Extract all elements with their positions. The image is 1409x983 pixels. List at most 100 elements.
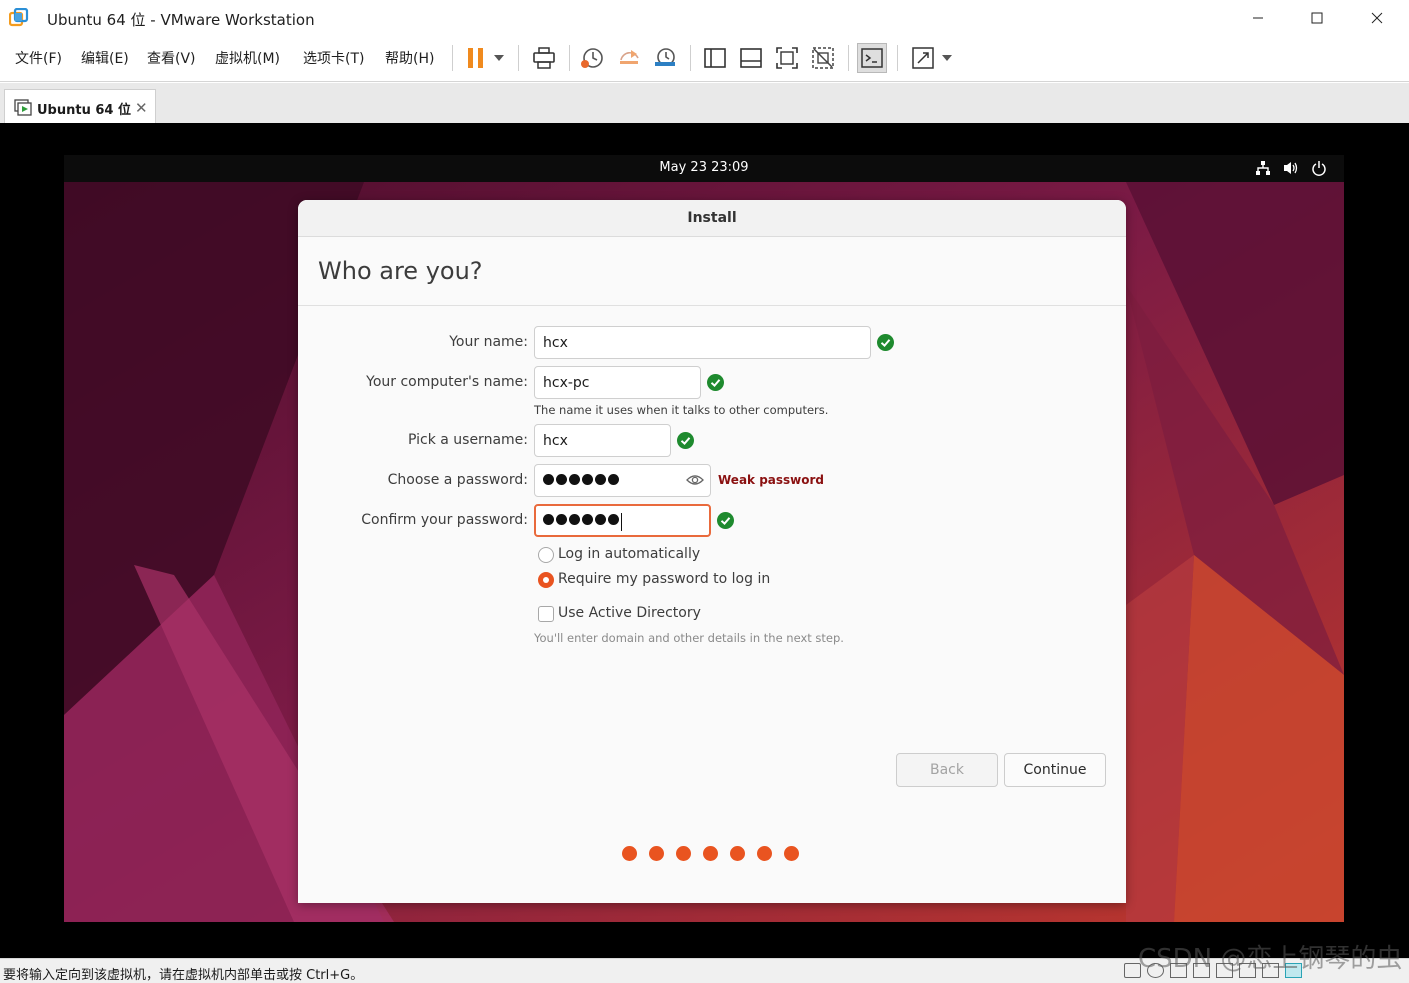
computer-name-value: hcx-pc bbox=[543, 375, 590, 391]
password-mask bbox=[543, 474, 619, 485]
confirm-password-label: Confirm your password: bbox=[361, 512, 528, 528]
active-directory-checkbox[interactable] bbox=[538, 606, 554, 622]
thumbnail-bar-button[interactable] bbox=[736, 43, 766, 73]
close-icon bbox=[1371, 12, 1383, 24]
dropdown-icon bbox=[494, 55, 504, 61]
computer-name-field[interactable]: hcx-pc bbox=[534, 366, 701, 399]
show-library-button[interactable] bbox=[700, 43, 730, 73]
password-field[interactable] bbox=[534, 464, 711, 497]
title-bar: Ubuntu 64 位 - VMware Workstation bbox=[0, 0, 1409, 36]
take-snapshot-button[interactable] bbox=[577, 43, 607, 73]
stretch-icon bbox=[912, 47, 934, 69]
vm-icon bbox=[14, 99, 32, 116]
password-strength: Weak password bbox=[718, 473, 825, 487]
toolbar-separator bbox=[848, 45, 849, 71]
snapshot-icon bbox=[581, 48, 603, 68]
snapshot-manager-button[interactable] bbox=[650, 43, 680, 73]
continue-button[interactable]: Continue bbox=[1004, 753, 1106, 787]
maximize-button[interactable] bbox=[1288, 0, 1346, 36]
window-title: Ubuntu 64 位 - VMware Workstation bbox=[47, 11, 315, 29]
unity-icon bbox=[812, 47, 834, 69]
valid-check-icon bbox=[877, 334, 894, 351]
active-directory-label[interactable]: Use Active Directory bbox=[558, 605, 701, 621]
show-library-icon bbox=[704, 48, 726, 68]
ubuntu-top-bar: May 23 23:09 bbox=[64, 155, 1344, 182]
revert-snapshot-icon bbox=[620, 50, 639, 64]
watermark: CSDN @恋上钢琴的虫 bbox=[1138, 944, 1403, 974]
computer-name-hint: The name it uses when it talks to other … bbox=[534, 403, 829, 417]
progress-dot bbox=[703, 846, 718, 861]
snapshot-manager-icon bbox=[655, 48, 675, 66]
install-dialog: Install Who are you? Your name: hcx Your… bbox=[298, 200, 1126, 903]
power-dropdown-button[interactable] bbox=[486, 43, 512, 73]
dropdown-icon bbox=[942, 55, 952, 61]
login-auto-radio[interactable] bbox=[538, 547, 554, 563]
divider bbox=[298, 305, 1126, 306]
toolbar-separator bbox=[452, 45, 453, 71]
menu-file[interactable]: 文件(F) bbox=[15, 48, 62, 68]
tab-ubuntu[interactable]: Ubuntu 64 位 ✕ bbox=[4, 89, 156, 123]
revert-snapshot-button[interactable] bbox=[614, 43, 644, 73]
toolbar-separator bbox=[897, 45, 898, 71]
unity-button[interactable] bbox=[808, 43, 838, 73]
toolbar-separator bbox=[690, 45, 691, 71]
progress-dot bbox=[757, 846, 772, 861]
valid-check-icon bbox=[677, 432, 694, 449]
full-screen-icon bbox=[776, 47, 798, 69]
progress-dot bbox=[649, 846, 664, 861]
active-directory-hint: You'll enter domain and other details in… bbox=[534, 631, 844, 645]
clock[interactable]: May 23 23:09 bbox=[64, 160, 1344, 175]
toolbar-separator bbox=[518, 45, 519, 71]
maximize-icon bbox=[1311, 12, 1323, 24]
menu-vm[interactable]: 虚拟机(M) bbox=[215, 48, 280, 68]
close-window-button[interactable] bbox=[1348, 0, 1406, 36]
console-view-icon bbox=[861, 48, 883, 68]
tab-label: Ubuntu 64 位 bbox=[37, 103, 131, 118]
show-password-icon[interactable] bbox=[686, 473, 704, 487]
page-title: Who are you? bbox=[318, 257, 483, 285]
confirm-password-field[interactable] bbox=[534, 504, 711, 537]
back-button[interactable]: Back bbox=[896, 753, 998, 787]
vm-tab-strip: Ubuntu 64 位 ✕ bbox=[0, 83, 1409, 123]
status-text: 要将输入定向到该虚拟机，请在虚拟机内部单击或按 Ctrl+G。 bbox=[3, 968, 364, 983]
progress-dot bbox=[676, 846, 691, 861]
volume-icon[interactable] bbox=[1283, 160, 1299, 176]
dialog-title: Install bbox=[687, 210, 737, 226]
name-value: hcx bbox=[543, 335, 568, 351]
thumbnail-bar-icon bbox=[740, 48, 762, 68]
tab-close-icon[interactable]: ✕ bbox=[135, 99, 148, 117]
menu-toolbar: 文件(F) 编辑(E) 查看(V) 虚拟机(M) 选项卡(T) 帮助(H) bbox=[0, 36, 1409, 82]
install-progress bbox=[622, 846, 799, 861]
progress-dot bbox=[730, 846, 745, 861]
confirm-password-mask bbox=[543, 514, 619, 525]
vmware-logo-icon bbox=[9, 8, 29, 27]
menu-edit[interactable]: 编辑(E) bbox=[81, 48, 129, 68]
username-field[interactable]: hcx bbox=[534, 424, 671, 457]
valid-check-icon bbox=[707, 374, 724, 391]
menu-tabs[interactable]: 选项卡(T) bbox=[303, 48, 364, 68]
progress-dot bbox=[784, 846, 799, 861]
require-password-radio[interactable] bbox=[538, 572, 554, 588]
console-view-button[interactable] bbox=[857, 43, 887, 73]
username-value: hcx bbox=[543, 433, 568, 449]
name-label: Your name: bbox=[449, 334, 528, 350]
pause-icon bbox=[468, 48, 483, 68]
minimize-button[interactable] bbox=[1229, 0, 1287, 36]
login-auto-label[interactable]: Log in automatically bbox=[558, 546, 700, 562]
text-caret bbox=[621, 513, 622, 531]
send-ctrl-alt-del-button[interactable] bbox=[529, 43, 559, 73]
network-icon[interactable] bbox=[1255, 160, 1271, 176]
menu-help[interactable]: 帮助(H) bbox=[385, 48, 434, 68]
power-icon[interactable] bbox=[1311, 160, 1327, 176]
dialog-header: Install bbox=[298, 200, 1126, 237]
stretch-dropdown-button[interactable] bbox=[934, 43, 960, 73]
toolbar-separator bbox=[569, 45, 570, 71]
username-label: Pick a username: bbox=[407, 432, 528, 448]
name-field[interactable]: hcx bbox=[534, 326, 871, 359]
computer-name-label: Your computer's name: bbox=[366, 374, 528, 390]
send-ctrl-alt-del-icon bbox=[533, 47, 555, 69]
require-password-label[interactable]: Require my password to log in bbox=[558, 571, 770, 587]
menu-view[interactable]: 查看(V) bbox=[147, 48, 196, 68]
minimize-icon bbox=[1253, 17, 1263, 19]
full-screen-button[interactable] bbox=[772, 43, 802, 73]
